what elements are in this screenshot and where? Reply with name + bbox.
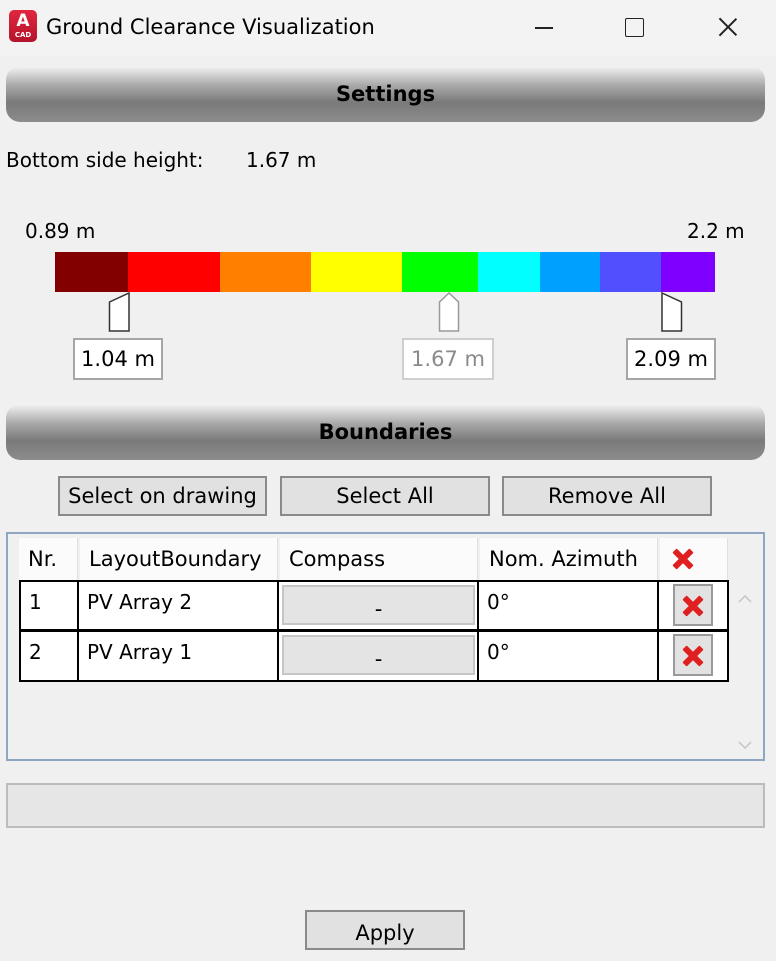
color-scale-bar — [55, 252, 715, 292]
delete-icon — [682, 645, 704, 667]
compass-button[interactable]: - — [282, 585, 475, 625]
select-all-button[interactable]: Select All — [280, 476, 490, 516]
cell-layout-boundary[interactable]: PV Array 2 — [79, 582, 277, 629]
color-scale-segment — [220, 252, 311, 292]
scroll-up-icon[interactable] — [738, 592, 752, 603]
scale-min-label: 0.89 m — [25, 219, 96, 243]
row-header[interactable] — [9, 582, 19, 630]
close-icon — [718, 17, 738, 37]
low-threshold-input[interactable]: 1.04 m — [73, 338, 163, 380]
delete-row-button[interactable] — [673, 634, 713, 676]
compass-button[interactable]: - — [282, 635, 475, 675]
maximize-button[interactable] — [588, 0, 680, 56]
delete-row-button[interactable] — [673, 584, 713, 626]
column-header-layout-boundary[interactable]: LayoutBoundary — [80, 538, 278, 580]
apply-button[interactable]: Apply — [305, 910, 465, 950]
settings-header[interactable]: Settings — [6, 66, 765, 122]
column-header-delete[interactable] — [660, 538, 728, 580]
column-header-nom-azimuth[interactable]: Nom. Azimuth — [480, 538, 658, 580]
cell-nr[interactable]: 1 — [21, 582, 77, 629]
select-on-drawing-button[interactable]: Select on drawing — [58, 476, 267, 516]
cell-nom-azimuth[interactable]: 0° — [479, 632, 657, 680]
color-scale-segment — [661, 252, 715, 292]
cell-layout-boundary[interactable]: PV Array 1 — [79, 632, 277, 680]
close-button[interactable] — [680, 0, 772, 56]
color-scale-segment — [478, 252, 540, 292]
bottom-side-height-value: 1.67 m — [246, 148, 317, 172]
slider-handle-high[interactable] — [661, 292, 683, 332]
color-scale-segment — [600, 252, 661, 292]
delete-icon — [682, 595, 704, 617]
minimize-button[interactable] — [498, 0, 590, 56]
cell-nr[interactable]: 2 — [21, 632, 77, 680]
scale-max-label: 2.2 m — [687, 219, 745, 243]
remove-all-button[interactable]: Remove All — [502, 476, 712, 516]
color-scale-segment — [540, 252, 600, 292]
minimize-icon — [535, 27, 553, 29]
app-icon-sub: CAD — [14, 31, 32, 39]
cell-compass: - — [279, 582, 477, 629]
scroll-down-icon[interactable] — [738, 738, 752, 750]
title-bar: A CAD Ground Clearance Visualization — [0, 0, 776, 56]
delete-icon — [672, 548, 694, 570]
cell-delete — [659, 582, 727, 629]
cell-nom-azimuth[interactable]: 0° — [479, 582, 657, 629]
cell-delete — [659, 632, 727, 680]
bottom-side-height-label: Bottom side height: — [6, 148, 204, 172]
high-threshold-input[interactable]: 2.09 m — [626, 338, 716, 380]
row-header[interactable] — [9, 632, 19, 680]
column-header-nr[interactable]: Nr. — [19, 538, 78, 580]
column-header-compass[interactable]: Compass — [280, 538, 478, 580]
progress-bar — [6, 783, 765, 828]
color-scale-segment — [128, 252, 220, 292]
window-title: Ground Clearance Visualization — [46, 15, 375, 39]
color-scale-segment — [402, 252, 478, 292]
mid-threshold-input: 1.67 m — [402, 338, 494, 380]
boundaries-header[interactable]: Boundaries — [6, 404, 765, 460]
maximize-icon — [625, 18, 644, 37]
color-scale-segment — [55, 252, 128, 292]
slider-handle-mid — [438, 292, 460, 332]
app-icon-letter: A — [16, 11, 30, 31]
autocad-app-icon: A CAD — [9, 10, 37, 42]
color-scale-segment — [311, 252, 402, 292]
cell-compass: - — [279, 632, 477, 680]
slider-handle-low[interactable] — [108, 292, 130, 332]
